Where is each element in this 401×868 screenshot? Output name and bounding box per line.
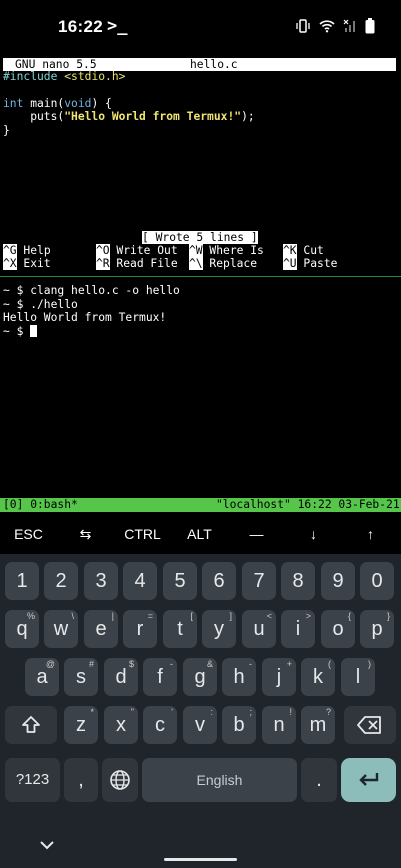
shortcut-write-out[interactable]: ^O Write Out: [96, 244, 178, 257]
key-7[interactable]: 7: [242, 562, 276, 600]
code-line-close: }: [3, 124, 10, 137]
code-line-include: #include <stdio.h>: [3, 70, 126, 83]
key-r[interactable]: r =: [123, 610, 157, 648]
key-g[interactable]: g &: [183, 658, 217, 696]
key-s[interactable]: s #: [64, 658, 98, 696]
terminal-view[interactable]: GNU nano 5.5 hello.c #include <stdio.h> …: [0, 56, 401, 514]
period-key[interactable]: .: [301, 758, 337, 802]
key-w[interactable]: w \: [44, 610, 78, 648]
dash-key[interactable]: —: [228, 514, 285, 554]
key-q[interactable]: q%: [5, 610, 39, 648]
key-6[interactable]: 6: [202, 562, 236, 600]
key-b[interactable]: b;: [222, 706, 256, 744]
space-bar[interactable]: English: [142, 758, 297, 802]
nano-status-message: [ Wrote 5 lines ]: [142, 231, 258, 245]
signal-icon: [343, 19, 355, 32]
key-t[interactable]: t[: [163, 610, 197, 648]
tmux-window-list: [0] 0:bash*: [3, 498, 78, 511]
down-arrow-key[interactable]: ↓: [285, 514, 342, 554]
code-line-puts: puts("Hello World from Termux!");: [3, 110, 255, 123]
shortcut-help[interactable]: ^G Help: [3, 244, 51, 257]
code-line-main: int main(void) {: [3, 97, 112, 110]
text-cursor: [30, 325, 38, 337]
key-l[interactable]: l): [341, 658, 375, 696]
key-n[interactable]: n!: [262, 706, 296, 744]
key-h[interactable]: h-: [222, 658, 256, 696]
key-o[interactable]: o{: [321, 610, 355, 648]
shift-arrow-icon: [22, 716, 40, 733]
key-z[interactable]: z *: [64, 706, 98, 744]
key-y[interactable]: y]: [202, 610, 236, 648]
key-u[interactable]: u <: [242, 610, 276, 648]
comma-key[interactable]: ,: [64, 758, 98, 802]
vibrate-icon: [296, 19, 310, 33]
status-bar: 16:22 >_: [0, 0, 401, 56]
enter-key[interactable]: [341, 758, 396, 802]
shortcut-where-is[interactable]: ^W Where Is: [189, 244, 264, 257]
key-v[interactable]: v:: [183, 706, 217, 744]
shell-prompt[interactable]: ~ $: [3, 325, 38, 338]
tmux-status-bar: [0] 0:bash* "localhost" 16:22 03-Feb-21: [0, 498, 401, 512]
language-key[interactable]: [102, 758, 138, 802]
ctrl-key[interactable]: CTRL: [114, 514, 171, 554]
up-arrow-key[interactable]: ↑: [342, 514, 399, 554]
key-2[interactable]: 2: [44, 562, 78, 600]
tab-key[interactable]: ⇆: [57, 514, 114, 554]
terminal-notification-icon: >_: [107, 16, 128, 36]
key-a[interactable]: a @: [25, 658, 59, 696]
clock: 16:22: [58, 17, 103, 36]
shortcut-replace[interactable]: ^\ Replace: [189, 257, 257, 270]
key-e[interactable]: e |: [84, 610, 118, 648]
shell-line-clang: ~ $ clang hello.c -o hello: [3, 284, 180, 297]
shift-key[interactable]: [5, 706, 57, 744]
alt-key[interactable]: ALT: [171, 514, 228, 554]
key-3[interactable]: 3: [84, 562, 118, 600]
key-d[interactable]: d $: [104, 658, 138, 696]
tmux-host-time: "localhost" 16:22 03-Feb-21: [216, 498, 400, 511]
key-x[interactable]: x ": [104, 706, 138, 744]
key-j[interactable]: j +: [262, 658, 296, 696]
soft-keyboard: 1 2 3 4 5 6 7 8 9 0 q% w \ e | r = t[ y] u <…: [0, 554, 401, 868]
symbols-key[interactable]: ?123: [5, 758, 60, 802]
key-c[interactable]: c ': [143, 706, 177, 744]
hide-keyboard-chevron-icon[interactable]: [39, 839, 55, 851]
key-8[interactable]: 8: [281, 562, 315, 600]
enter-icon: [359, 773, 379, 786]
home-gesture-handle[interactable]: [164, 858, 237, 861]
extra-keys-row: ESC ⇆ CTRL ALT — ↓ ↑: [0, 514, 401, 554]
key-p[interactable]: p}: [360, 610, 394, 648]
key-0[interactable]: 0: [360, 562, 394, 600]
shortcut-cut[interactable]: ^K Cut: [283, 244, 324, 257]
esc-key[interactable]: ESC: [0, 514, 57, 554]
key-f[interactable]: f-: [143, 658, 177, 696]
battery-icon: [365, 18, 375, 34]
shortcut-exit[interactable]: ^X Exit: [3, 257, 51, 270]
shortcut-paste[interactable]: ^U Paste: [283, 257, 337, 270]
pane-divider: [0, 276, 401, 277]
key-k[interactable]: k(: [301, 658, 335, 696]
key-m[interactable]: m?: [301, 706, 335, 744]
wifi-icon: [319, 20, 335, 33]
key-1[interactable]: 1: [5, 562, 39, 600]
backspace-key[interactable]: [344, 706, 396, 744]
shell-line-run: ~ $ ./hello: [3, 298, 78, 311]
globe-icon: [110, 770, 130, 790]
key-i[interactable]: i >: [281, 610, 315, 648]
backspace-icon: [357, 716, 381, 734]
shell-output: Hello World from Termux!: [3, 311, 167, 324]
key-5[interactable]: 5: [163, 562, 197, 600]
key-4[interactable]: 4: [123, 562, 157, 600]
navigation-bar: [0, 826, 401, 868]
key-9[interactable]: 9: [321, 562, 355, 600]
shortcut-read-file[interactable]: ^R Read File: [96, 257, 178, 270]
nano-filename: hello.c: [190, 58, 238, 71]
